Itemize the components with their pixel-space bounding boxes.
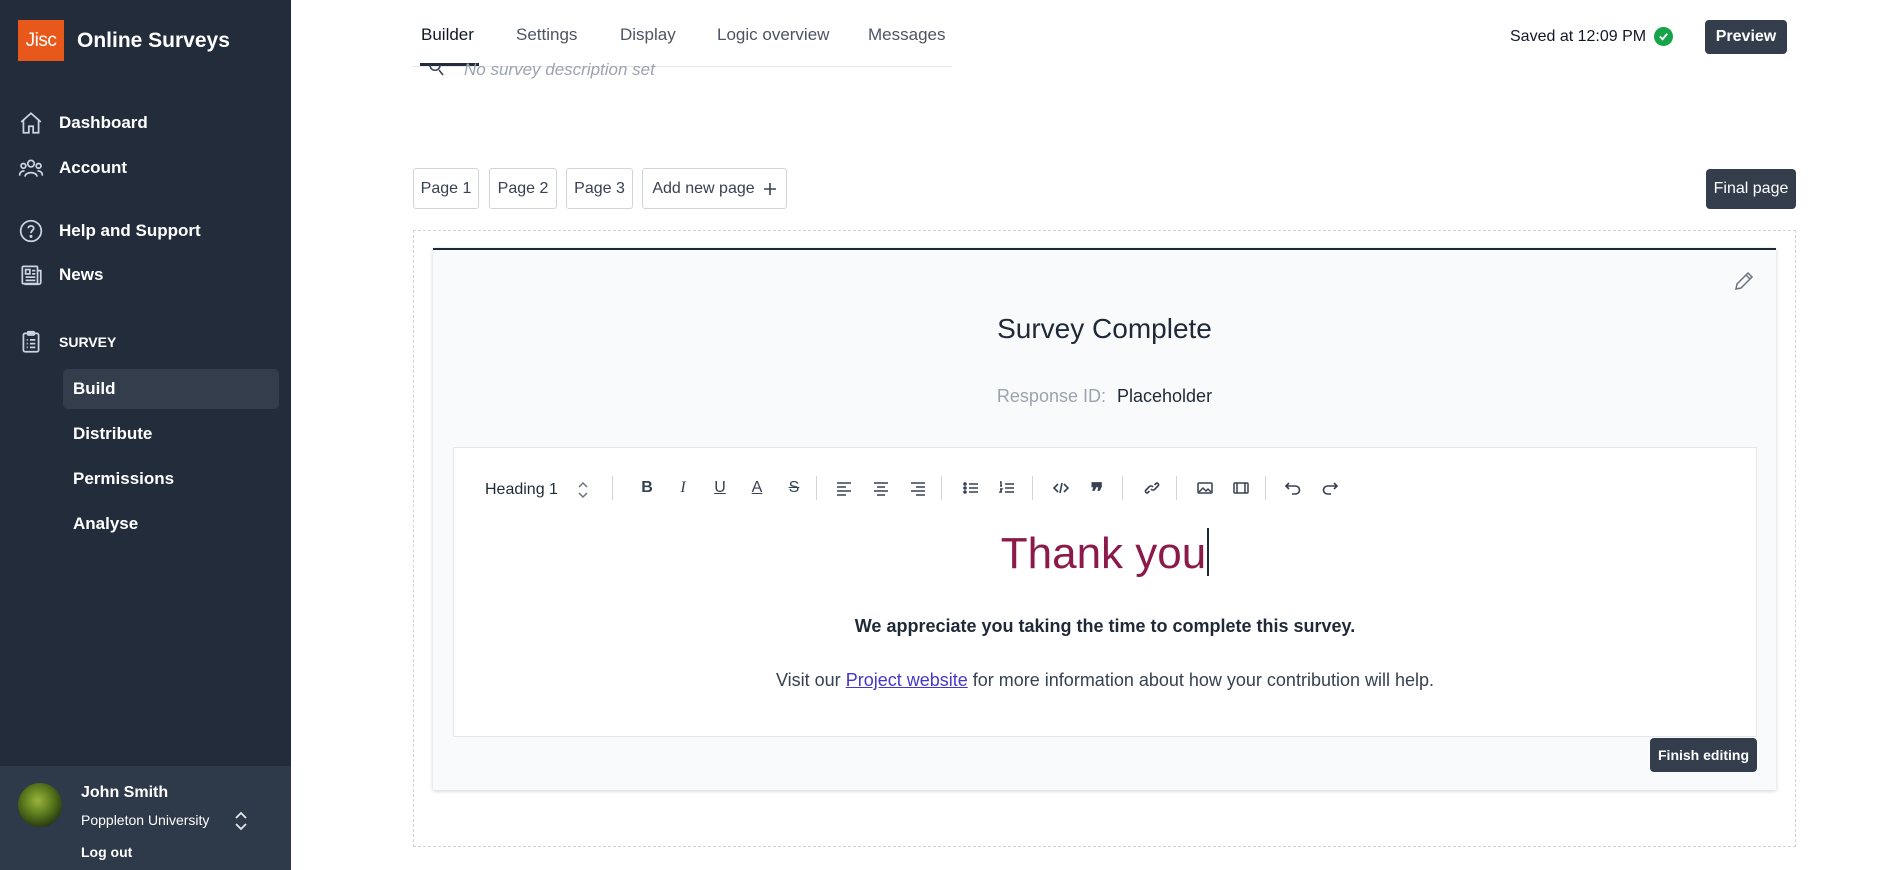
finish-editing-button[interactable]: Finish editing <box>1650 738 1757 772</box>
appreciation-text: We appreciate you taking the time to com… <box>854 616 1356 636</box>
home-icon <box>20 112 42 134</box>
page-tab-1[interactable]: Page 1 <box>413 168 479 209</box>
brand[interactable]: Jisc Online Surveys <box>18 20 230 61</box>
strikethrough-icon[interactable]: S <box>784 478 804 498</box>
sidebar-item-permissions[interactable]: Permissions <box>63 459 279 499</box>
visit-suffix: for more information about how your cont… <box>972 670 1435 690</box>
pencil-icon[interactable] <box>1733 270 1755 292</box>
toolbar-divider <box>1176 476 1177 500</box>
image-icon[interactable] <box>1195 478 1215 498</box>
heading-style-select[interactable]: Heading 1 <box>485 480 590 500</box>
nav-account[interactable]: Account <box>18 155 127 181</box>
text-color-icon[interactable]: A <box>747 478 767 498</box>
user-panel: John Smith Poppleton University Log out <box>0 766 291 870</box>
link-icon[interactable] <box>1142 478 1162 498</box>
heading-style-value: Heading 1 <box>485 481 558 498</box>
sidebar-item-analyse[interactable]: Analyse <box>63 504 279 544</box>
code-icon[interactable] <box>1051 478 1071 498</box>
user-name: John Smith <box>81 784 169 801</box>
section-survey-label: SURVEY <box>59 334 117 350</box>
survey-description-placeholder[interactable]: No survey description set <box>464 60 655 80</box>
final-page-button[interactable]: Final page <box>1706 169 1796 209</box>
project-website-link[interactable]: Project website <box>846 670 968 690</box>
logout-link[interactable]: Log out <box>81 844 132 860</box>
help-icon <box>19 219 43 243</box>
underline-icon[interactable]: U <box>710 478 730 498</box>
sidebar-item-distribute[interactable]: Distribute <box>63 414 279 454</box>
tab-builder[interactable]: Builder <box>421 25 474 45</box>
nav-help[interactable]: Help and Support <box>18 218 201 244</box>
save-status: Saved at 12:09 PM <box>1510 27 1674 46</box>
blockquote-icon[interactable]: ❞ <box>1087 479 1107 506</box>
bold-icon[interactable]: B <box>637 478 657 498</box>
sidebar: Jisc Online Surveys Dashboard Account He… <box>0 0 291 870</box>
page-tab-3[interactable]: Page 3 <box>566 168 633 209</box>
check-circle-icon <box>1654 27 1674 46</box>
tab-settings[interactable]: Settings <box>516 25 577 45</box>
users-icon <box>18 159 44 177</box>
toolbar-divider <box>816 476 817 500</box>
page-tab-2[interactable]: Page 2 <box>489 168 557 209</box>
nav-dashboard-label: Dashboard <box>59 113 148 132</box>
align-center-icon[interactable] <box>871 478 891 498</box>
preview-button[interactable]: Preview <box>1705 20 1787 54</box>
save-status-text: Saved at 12:09 PM <box>1510 27 1647 45</box>
undo-icon[interactable] <box>1283 478 1303 498</box>
tab-display[interactable]: Display <box>620 25 676 45</box>
app-name: Online Surveys <box>77 28 230 52</box>
jisc-logo: Jisc <box>18 20 64 61</box>
sidebar-item-build[interactable]: Build <box>63 369 279 409</box>
tab-logic-overview[interactable]: Logic overview <box>717 25 829 45</box>
response-id-label: Response ID: <box>996 386 1106 406</box>
nav-news[interactable]: News <box>18 262 103 288</box>
nav-help-label: Help and Support <box>59 221 201 240</box>
video-icon[interactable] <box>1231 478 1251 498</box>
thank-you-text: Thank you <box>1000 529 1207 578</box>
italic-icon[interactable]: I <box>673 478 693 498</box>
section-survey: SURVEY <box>18 329 116 355</box>
add-page-button[interactable]: Add new page <box>642 168 787 209</box>
align-left-icon[interactable] <box>834 478 854 498</box>
text-cursor <box>1207 528 1210 576</box>
nav-account-label: Account <box>59 158 127 177</box>
plus-icon <box>763 182 776 195</box>
bullet-list-icon[interactable] <box>961 478 981 498</box>
clipboard-icon <box>22 330 40 353</box>
visit-prefix: Visit our <box>775 670 841 690</box>
toolbar-divider <box>1265 476 1266 500</box>
nav-news-label: News <box>59 265 104 284</box>
rich-text-editor[interactable]: Heading 1 B I U A S ❞ Thank you We appre… <box>453 447 1757 737</box>
nav-dashboard[interactable]: Dashboard <box>18 110 148 136</box>
final-page-title: Survey Complete <box>997 313 1212 344</box>
add-page-label: Add new page <box>652 179 755 197</box>
builder-tabs: Builder Settings Display Logic overview … <box>412 0 952 67</box>
search-icon <box>429 64 444 76</box>
avatar <box>18 783 62 827</box>
toolbar-divider <box>941 476 942 500</box>
news-icon <box>21 265 42 286</box>
visit-paragraph: Visit our Project website for more infor… <box>454 670 1756 691</box>
user-org: Poppleton University <box>81 812 210 828</box>
response-id: Response ID: Placeholder <box>433 386 1776 407</box>
toolbar-divider <box>1032 476 1033 500</box>
thank-you-heading[interactable]: Thank you <box>454 528 1756 579</box>
toolbar-divider <box>1122 476 1123 500</box>
numbered-list-icon[interactable] <box>997 478 1017 498</box>
align-right-icon[interactable] <box>908 478 928 498</box>
editor-toolbar: Heading 1 B I U A S ❞ <box>454 468 1756 508</box>
toolbar-divider <box>612 476 613 500</box>
chevron-up-down-icon[interactable] <box>232 810 250 832</box>
tab-messages[interactable]: Messages <box>868 25 945 45</box>
response-id-value: Placeholder <box>1117 386 1213 406</box>
redo-icon[interactable] <box>1320 478 1340 498</box>
chevron-up-down-icon <box>578 481 588 499</box>
